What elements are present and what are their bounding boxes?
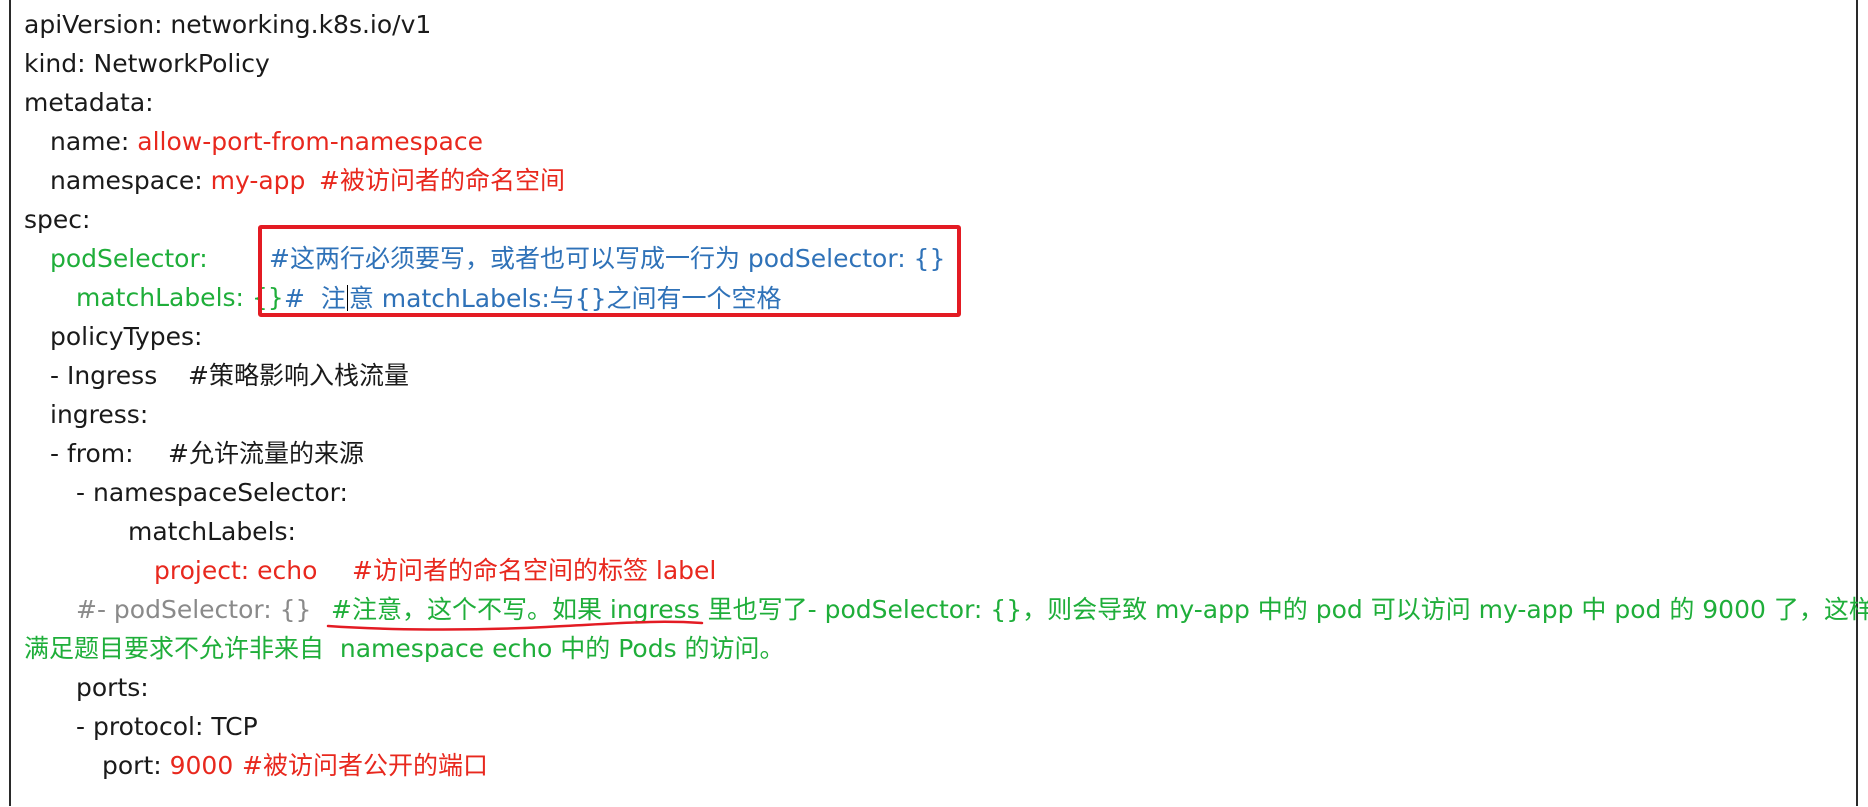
- yaml-value-port: 9000: [169, 751, 234, 780]
- yaml-line-namespaceselector: - namespaceSelector:: [76, 478, 348, 507]
- yaml-comment-ingress-type: #策略影响入栈流量: [188, 361, 409, 390]
- yaml-line-policytypes: policyTypes:: [50, 322, 203, 351]
- yaml-line-matchlabels: matchLabels:: [128, 517, 296, 546]
- yaml-line-ingress-type: - Ingress #策略影响入栈流量: [50, 361, 409, 390]
- yaml-line-apiversion: apiVersion: networking.k8s.io/v1: [24, 10, 432, 39]
- yaml-line-podselector-commented: #- podSelector: {}: [76, 595, 312, 624]
- red-underline-annotation: [326, 620, 704, 631]
- yaml-comment-namespace: #被访问者的命名空间: [319, 166, 565, 195]
- yaml-key-namespace: namespace:: [50, 166, 211, 195]
- yaml-line-ingress: ingress:: [50, 400, 149, 429]
- yaml-line-podselector: podSelector:: [50, 244, 208, 273]
- yaml-line-kind: kind: NetworkPolicy: [24, 49, 270, 78]
- yaml-key-port: port:: [102, 751, 170, 780]
- yaml-line-port: port: 9000 #被访问者公开的端口: [102, 751, 488, 780]
- yaml-line-ports: ports:: [76, 673, 149, 702]
- yaml-line-metadata: metadata:: [24, 88, 154, 117]
- yaml-comment-port: #被访问者公开的端口: [242, 751, 488, 780]
- yaml-line-protocol: - protocol: TCP: [76, 712, 258, 741]
- yaml-comment-project: #访问者的命名空间的标签 label: [352, 556, 717, 585]
- yaml-line-spec: spec:: [24, 205, 91, 234]
- yaml-line-matchlabels-empty: matchLabels: {}: [76, 283, 284, 312]
- yaml-value-name: allow-port-from-namespace: [137, 127, 483, 156]
- yaml-line-name: name: allow-port-from-namespace: [50, 129, 483, 154]
- yaml-key-project: project: echo: [154, 556, 318, 585]
- yaml-comment-from: #允许流量的来源: [168, 439, 364, 468]
- red-highlight-box: [258, 225, 961, 317]
- yaml-line-from: - from: #允许流量的来源: [50, 439, 364, 468]
- document-frame: [9, 0, 1858, 806]
- yaml-line-project: project: echo #访问者的命名空间的标签 label: [154, 556, 716, 585]
- yaml-comment-continuation: 满足题目要求不允许非来自 namespace echo 中的 Pods 的访问。: [24, 634, 785, 663]
- yaml-key-from: - from:: [50, 439, 134, 468]
- yaml-key-name: name:: [50, 127, 138, 156]
- yaml-key-ingress-type: - Ingress: [50, 361, 158, 390]
- yaml-line-namespace: namespace: my-app #被访问者的命名空间: [50, 166, 565, 195]
- yaml-value-namespace: my-app: [210, 166, 306, 195]
